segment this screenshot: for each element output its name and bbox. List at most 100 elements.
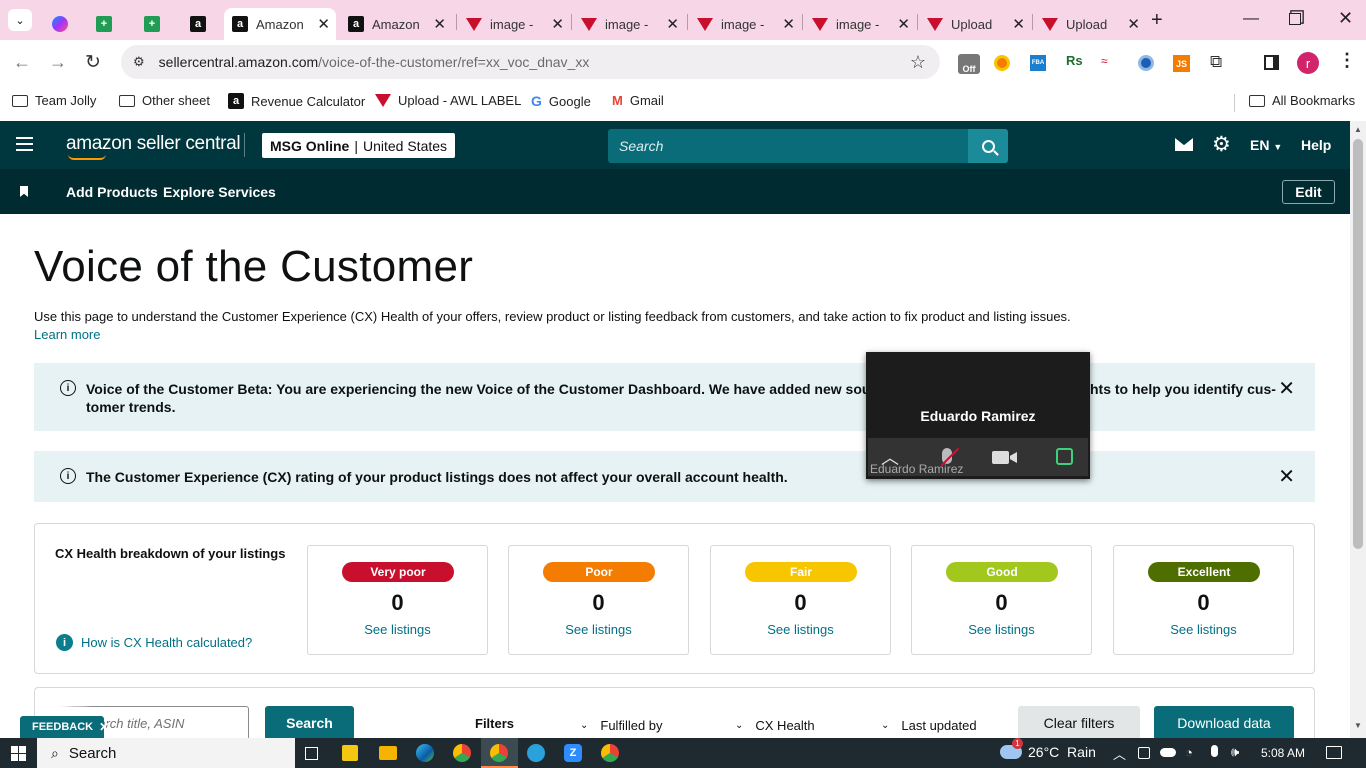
close-feedback-icon[interactable]: ✕ (99, 720, 109, 734)
site-info-icon[interactable]: ⚙ (133, 54, 145, 70)
extension-blue-circle-icon[interactable] (1138, 55, 1154, 71)
bookmark-google[interactable]: G Google (531, 93, 591, 109)
weather-widget[interactable]: 1 26°C Rain (1000, 738, 1096, 760)
see-listings-link[interactable]: See listings (912, 622, 1091, 637)
extensions-puzzle-icon[interactable]: ⧉ (1210, 52, 1222, 72)
download-data-button[interactable]: Download data (1154, 706, 1294, 740)
how-cx-calculated[interactable]: i How is CX Health calculated? (56, 634, 252, 651)
close-alert-icon[interactable]: ✕ (1278, 376, 1295, 401)
tab-upload-1[interactable]: Upload ✕ (919, 8, 1031, 40)
new-tab-icon[interactable]: + (1151, 9, 1163, 32)
learn-more-link[interactable]: Learn more (34, 327, 100, 342)
tab-amazon-pinned[interactable]: a (182, 8, 218, 40)
extension-scribble-icon[interactable]: ≈ (1101, 54, 1108, 68)
tab-image-4[interactable]: image - ✕ (804, 8, 916, 40)
tab-image-2[interactable]: image - ✕ (573, 8, 685, 40)
how-cx-calculated-link[interactable]: How is CX Health calculated? (81, 635, 252, 650)
edge-icon[interactable] (416, 744, 434, 762)
clock[interactable]: 5:08 AM (1261, 746, 1305, 760)
side-panel-icon[interactable] (1264, 55, 1279, 70)
tab-image-3[interactable]: image - ✕ (689, 8, 801, 40)
tab-search-icon[interactable]: ⌄ (8, 9, 32, 31)
close-tab-icon[interactable]: ✕ (1012, 15, 1025, 33)
close-tab-icon[interactable]: ✕ (317, 15, 330, 33)
volume-icon[interactable]: 🕪 (1231, 744, 1239, 760)
telegram-icon[interactable] (527, 744, 545, 762)
bookmark-nav-icon[interactable] (20, 186, 28, 197)
chrome-profile-icon[interactable] (490, 744, 508, 762)
feedback-tab[interactable]: FEEDBACK ✕ (20, 716, 109, 738)
close-tab-icon[interactable]: ✕ (551, 15, 564, 33)
nav-add-products[interactable]: Add Products (66, 184, 158, 200)
popout-icon[interactable] (1056, 448, 1073, 465)
scrollbar-thumb[interactable] (1353, 139, 1363, 549)
close-tab-icon[interactable]: ✕ (782, 15, 795, 33)
tab-messenger[interactable] (44, 8, 80, 40)
header-search-input[interactable]: Search (608, 129, 1008, 163)
see-listings-link[interactable]: See listings (509, 622, 688, 637)
camera-icon[interactable] (992, 451, 1009, 464)
close-tab-icon[interactable]: ✕ (666, 15, 679, 33)
forward-icon[interactable]: → (49, 52, 67, 73)
back-icon[interactable]: ← (13, 52, 31, 73)
extension-js-icon[interactable]: JS (1173, 55, 1190, 72)
minimize-icon[interactable]: — (1243, 10, 1259, 28)
tab-sheets-1[interactable]: + (88, 8, 124, 40)
close-alert-icon[interactable]: ✕ (1278, 464, 1295, 489)
address-bar[interactable]: ⚙ sellercentral.amazon.com/voice-of-the-… (121, 45, 940, 79)
close-tab-icon[interactable]: ✕ (897, 15, 910, 33)
help-link[interactable]: Help (1301, 137, 1331, 153)
task-view-icon[interactable] (305, 747, 318, 760)
profile-avatar[interactable]: r (1297, 52, 1319, 74)
header-search-button[interactable] (968, 129, 1008, 163)
tab-amazon[interactable]: a Amazon ✕ (340, 8, 452, 40)
restore-icon[interactable] (1289, 13, 1301, 25)
seller-central-logo[interactable]: amazon seller central (66, 133, 241, 155)
video-call-popup[interactable]: Eduardo Ramirez ︿ Eduardo Ramirez (866, 352, 1090, 479)
last-updated-dropdown[interactable]: ⌄ Last updated (881, 718, 977, 733)
taskbar-search[interactable]: ⌕ Search (37, 738, 295, 768)
tab-amazon-active[interactable]: a Amazon ✕ (224, 8, 336, 40)
wifi-icon[interactable]: ◔ (1185, 745, 1193, 760)
nav-explore-services[interactable]: Explore Services (163, 184, 276, 200)
tab-sheets-2[interactable]: + (136, 8, 172, 40)
page-scrollbar[interactable]: ▲ ▼ (1350, 121, 1366, 738)
edit-nav-button[interactable]: Edit (1282, 180, 1335, 204)
cx-health-dropdown[interactable]: ⌄ CX Health (735, 718, 815, 733)
settings-gear-icon[interactable]: ⚙ (1212, 132, 1231, 157)
extension-orange-icon[interactable] (994, 55, 1010, 71)
store-selector[interactable]: MSG Online | United States (262, 133, 456, 158)
scroll-up-icon[interactable]: ▲ (1354, 125, 1362, 134)
browser-menu-icon[interactable]: ⋮ (1338, 50, 1356, 71)
file-explorer-icon[interactable] (379, 746, 397, 760)
close-window-icon[interactable]: ✕ (1338, 8, 1353, 29)
close-tab-icon[interactable]: ✕ (433, 15, 446, 33)
chrome-icon[interactable] (453, 744, 471, 762)
see-listings-link[interactable]: See listings (711, 622, 890, 637)
listing-search-button[interactable]: Search (265, 706, 354, 740)
fulfilled-by-dropdown[interactable]: ⌄ Fulfilled by (580, 718, 663, 733)
zoom-icon[interactable]: Z (564, 744, 582, 762)
bookmark-gmail[interactable]: M Gmail (612, 93, 664, 108)
hamburger-menu-icon[interactable] (16, 137, 33, 151)
meet-now-icon[interactable] (1138, 747, 1150, 759)
see-listings-link[interactable]: See listings (308, 622, 487, 637)
mail-icon[interactable] (1175, 138, 1193, 151)
scroll-down-icon[interactable]: ▼ (1354, 721, 1362, 730)
close-tab-icon[interactable]: ✕ (1127, 15, 1140, 33)
show-hidden-icons[interactable]: ︿ (1113, 744, 1126, 763)
bookmark-upload-awl-label[interactable]: Upload - AWL LABEL (375, 93, 521, 108)
clear-filters-button[interactable]: Clear filters (1018, 706, 1140, 740)
all-bookmarks[interactable]: All Bookmarks (1249, 93, 1355, 108)
extension-rs-icon[interactable]: Rs (1066, 53, 1083, 68)
reload-icon[interactable]: ↻ (85, 51, 101, 74)
extension-off-icon[interactable]: Off (958, 54, 980, 74)
tab-upload-2[interactable]: Upload ✕ (1034, 8, 1146, 40)
bookmark-other-sheet[interactable]: Other sheet (119, 93, 210, 108)
store-app-icon[interactable] (342, 745, 358, 761)
tab-image-1[interactable]: image - ✕ (458, 8, 570, 40)
notifications-icon[interactable] (1326, 746, 1342, 759)
extension-fba-icon[interactable]: FBA (1030, 55, 1046, 71)
bookmark-team-jolly[interactable]: Team Jolly (12, 93, 96, 108)
bookmark-star-icon[interactable]: ☆ (910, 52, 926, 73)
